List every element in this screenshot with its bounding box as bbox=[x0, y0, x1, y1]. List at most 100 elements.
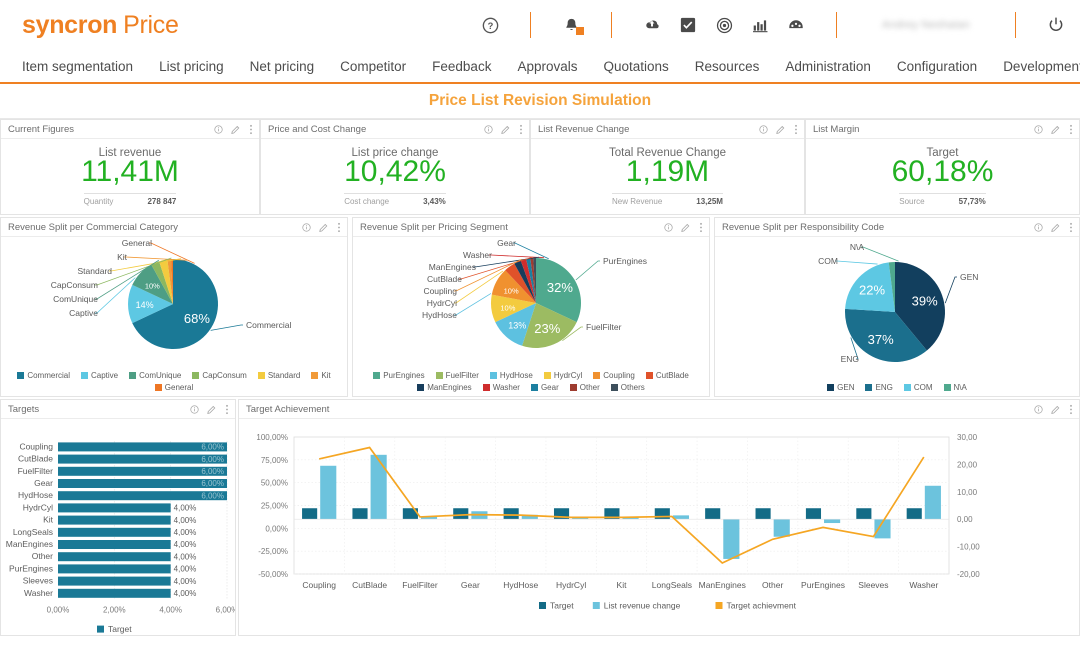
bar[interactable] bbox=[352, 508, 368, 520]
bar[interactable] bbox=[302, 508, 318, 520]
nav-item-item-segmentation[interactable]: Item segmentation bbox=[22, 59, 133, 74]
legend-item[interactable]: FuelFilter bbox=[435, 371, 479, 380]
bar[interactable] bbox=[503, 508, 519, 520]
edit-icon[interactable] bbox=[501, 124, 511, 134]
legend-item[interactable]: HydHose bbox=[489, 371, 533, 380]
edit-icon[interactable] bbox=[681, 222, 691, 232]
more-options-icon[interactable] bbox=[249, 124, 253, 135]
edit-icon[interactable] bbox=[319, 222, 329, 232]
bar[interactable] bbox=[773, 519, 790, 537]
edit-icon[interactable] bbox=[1051, 124, 1061, 134]
legend-item[interactable]: Washer bbox=[482, 383, 520, 392]
more-options-icon[interactable] bbox=[1069, 124, 1073, 135]
legend-item[interactable]: GEN bbox=[827, 383, 854, 392]
user-name[interactable]: Andrey Neshatan bbox=[867, 19, 985, 31]
legend-item[interactable]: Kit bbox=[311, 371, 331, 380]
bar[interactable] bbox=[58, 503, 171, 513]
legend-item[interactable]: Others bbox=[610, 383, 645, 392]
notifications-icon[interactable] bbox=[561, 15, 584, 35]
legend-item[interactable]: ENG bbox=[865, 383, 893, 392]
legend-item[interactable]: PurEngines bbox=[373, 371, 425, 380]
edit-icon[interactable] bbox=[231, 124, 241, 134]
checkbox-icon[interactable] bbox=[678, 15, 698, 35]
dashboard-icon[interactable] bbox=[786, 15, 806, 35]
legend-item[interactable]: General bbox=[154, 383, 193, 392]
legend-label: ENG bbox=[875, 383, 893, 392]
info-icon[interactable] bbox=[214, 124, 223, 134]
nav-item-competitor[interactable]: Competitor bbox=[340, 59, 406, 74]
legend-item[interactable]: CapConsum bbox=[192, 371, 247, 380]
info-icon[interactable] bbox=[664, 222, 673, 232]
legend-item[interactable]: N\A bbox=[943, 383, 967, 392]
edit-icon[interactable] bbox=[776, 124, 786, 134]
bar[interactable] bbox=[320, 465, 337, 520]
cloud-upload-icon[interactable] bbox=[642, 15, 662, 35]
bar[interactable] bbox=[58, 588, 171, 598]
legend-item[interactable]: CutBlade bbox=[645, 371, 689, 380]
legend-item[interactable]: COM bbox=[903, 383, 933, 392]
legend-item[interactable]: ManEngines bbox=[417, 383, 472, 392]
info-icon[interactable] bbox=[484, 124, 493, 134]
bar[interactable] bbox=[906, 508, 922, 520]
nav-item-approvals[interactable]: Approvals bbox=[517, 59, 577, 74]
more-options-icon[interactable] bbox=[225, 404, 229, 415]
nav-item-administration[interactable]: Administration bbox=[785, 59, 871, 74]
bar[interactable] bbox=[58, 564, 171, 574]
more-options-icon[interactable] bbox=[1069, 404, 1073, 415]
nav-item-feedback[interactable]: Feedback bbox=[432, 59, 491, 74]
bar[interactable] bbox=[58, 540, 171, 549]
bar[interactable] bbox=[58, 515, 171, 525]
info-icon[interactable] bbox=[759, 124, 768, 134]
bar[interactable] bbox=[58, 527, 171, 537]
more-options-icon[interactable] bbox=[1069, 222, 1073, 233]
legend-item[interactable]: ComUnique bbox=[129, 371, 181, 380]
edit-icon[interactable] bbox=[207, 404, 217, 414]
bar[interactable] bbox=[723, 519, 740, 559]
bar[interactable] bbox=[370, 454, 387, 520]
more-options-icon[interactable] bbox=[794, 124, 798, 135]
info-icon[interactable] bbox=[1034, 222, 1043, 232]
nav-item-quotations[interactable]: Quotations bbox=[604, 59, 669, 74]
legend-item[interactable]: Other bbox=[569, 383, 600, 392]
legend-item[interactable]: Captive bbox=[81, 371, 118, 380]
kpi-subline: Cost change 3,43% bbox=[344, 192, 446, 206]
bar[interactable] bbox=[805, 508, 822, 520]
bar[interactable] bbox=[824, 519, 841, 524]
pie-callout-label: HydrCyl bbox=[427, 298, 457, 308]
more-options-icon[interactable] bbox=[699, 222, 703, 233]
more-options-icon[interactable] bbox=[519, 124, 523, 135]
nav-item-configuration[interactable]: Configuration bbox=[897, 59, 977, 74]
legend-item[interactable]: HydrCyl bbox=[543, 371, 582, 380]
info-icon[interactable] bbox=[1034, 124, 1043, 134]
header-divider-1 bbox=[530, 12, 531, 38]
nav-item-list-pricing[interactable]: List pricing bbox=[159, 59, 224, 74]
bar[interactable] bbox=[856, 508, 872, 520]
bar-chart-icon[interactable] bbox=[750, 15, 770, 35]
bar[interactable] bbox=[705, 508, 721, 520]
info-icon[interactable] bbox=[190, 404, 199, 414]
nav-item-net-pricing[interactable]: Net pricing bbox=[250, 59, 315, 74]
legend-item[interactable]: Commercial bbox=[17, 371, 70, 380]
bar[interactable] bbox=[58, 552, 171, 562]
bar-category-label: Washer bbox=[24, 588, 53, 598]
edit-icon[interactable] bbox=[1051, 222, 1061, 232]
help-icon[interactable]: ? bbox=[480, 15, 500, 35]
bar[interactable] bbox=[924, 485, 941, 520]
bar[interactable] bbox=[755, 508, 771, 520]
edit-icon[interactable] bbox=[1051, 404, 1061, 414]
bar[interactable] bbox=[58, 576, 171, 586]
info-icon[interactable] bbox=[302, 222, 311, 232]
legend-item[interactable]: Gear bbox=[530, 383, 559, 392]
target-icon[interactable] bbox=[714, 15, 734, 35]
legend-label: Kit bbox=[321, 371, 331, 380]
bar[interactable] bbox=[453, 508, 469, 520]
more-options-icon[interactable] bbox=[337, 222, 341, 233]
power-icon[interactable] bbox=[1046, 15, 1066, 35]
panel-actions bbox=[484, 124, 523, 135]
info-icon[interactable] bbox=[1034, 404, 1043, 414]
nav-item-resources[interactable]: Resources bbox=[695, 59, 760, 74]
legend-item[interactable]: Coupling bbox=[593, 371, 635, 380]
legend-item[interactable]: Standard bbox=[257, 371, 300, 380]
app-logo[interactable]: syncron Price bbox=[22, 11, 179, 40]
nav-item-development[interactable]: Development bbox=[1003, 59, 1080, 74]
